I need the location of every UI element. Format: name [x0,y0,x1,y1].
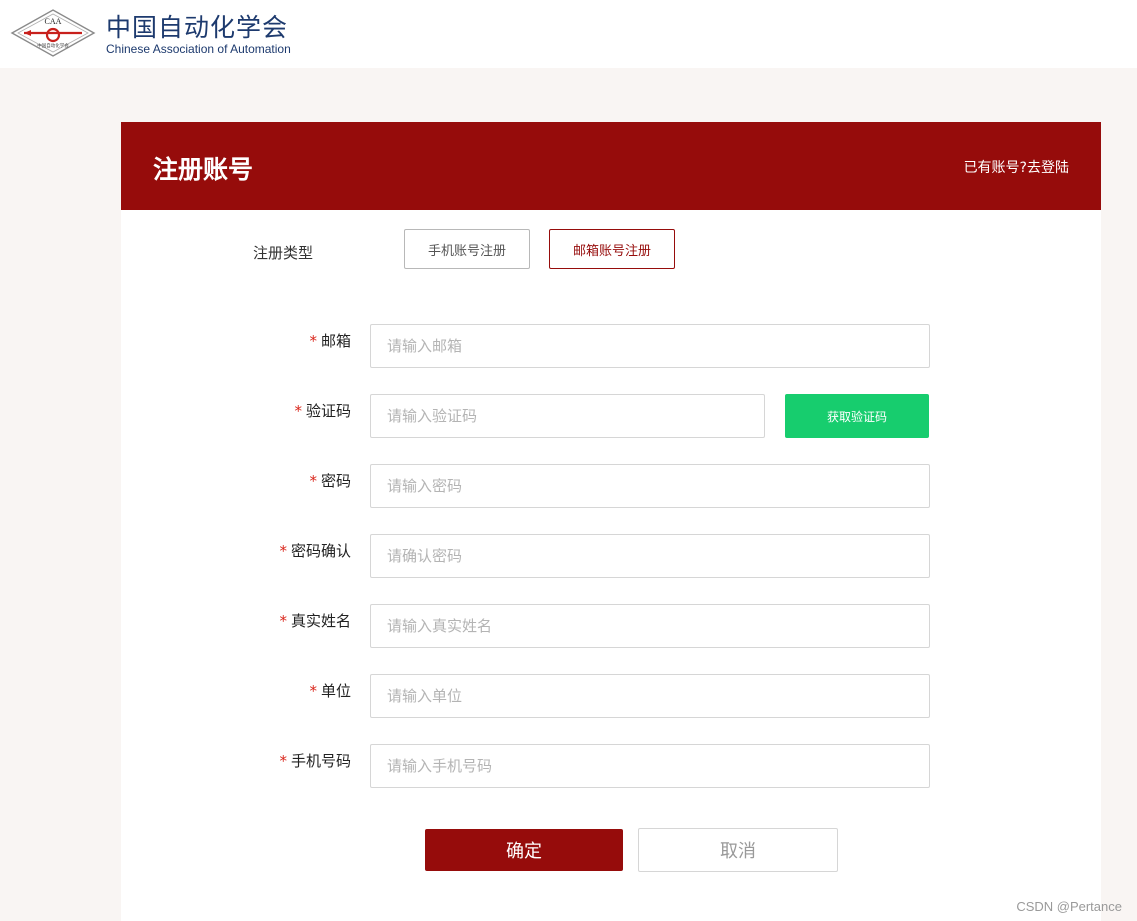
page-title: 注册账号 [153,155,254,184]
confirm-password-label: * 密码确认 [279,542,351,560]
organization-label: * 单位 [309,682,351,700]
watermark: CSDN @Pertance [1016,899,1122,914]
phone-label: * 手机号码 [279,752,351,770]
brand-name-cn: 中国自动化学会 [106,13,289,42]
required-mark: * [294,402,302,420]
confirm-button[interactable]: 确定 [425,829,623,871]
confirm-password-input[interactable] [370,534,930,578]
get-code-button[interactable]: 获取验证码 [785,394,929,438]
real-name-label: * 真实姓名 [279,612,351,630]
organization-input[interactable] [370,674,930,718]
real-name-input[interactable] [370,604,930,648]
required-mark: * [309,682,317,700]
emblem-text: CAA [45,17,62,26]
email-register-button[interactable]: 邮箱账号注册 [549,229,675,269]
required-mark: * [279,542,287,560]
form-row-code: *验证码 获取验证码 [121,394,1101,438]
login-link[interactable]: 已有账号?去登陆 [964,157,1069,177]
email-input[interactable] [370,324,930,368]
form-row-phone: * 手机号码 [121,744,1101,788]
form-row-confirm-password: * 密码确认 [121,534,1101,578]
phone-register-button[interactable]: 手机账号注册 [404,229,530,269]
password-label: * 密码 [309,472,351,490]
form-row-real-name: * 真实姓名 [121,604,1101,648]
register-type-label: 注册类型 [253,244,314,262]
form-row-email: * 邮箱 [121,324,1101,368]
required-mark: * [309,472,317,490]
code-label: * 验证码 [294,402,351,420]
required-mark: * [279,752,287,770]
top-bar: CAA 中国自动化学会 中国自动化学会 Chinese Association … [0,0,1137,68]
cancel-button[interactable]: 取消 [638,828,838,872]
email-label: * 邮箱 [309,332,351,350]
caa-emblem-icon: CAA 中国自动化学会 [10,9,96,57]
phone-input[interactable] [370,744,930,788]
verification-code-input[interactable] [370,394,765,438]
required-mark: * [279,612,287,630]
password-input[interactable] [370,464,930,508]
emblem-subtext: 中国自动化学会 [37,42,69,49]
register-card: 注册账号 已有账号?去登陆 注册类型 手机账号注册 邮箱账号注册 *邮箱 *验证… [121,122,1101,921]
brand-name-en: Chinese Association of Automation [106,42,291,56]
form-row-password: * 密码 [121,464,1101,508]
form-row-organization: * 单位 [121,674,1101,718]
required-mark: * [309,332,317,350]
card-header: 注册账号 已有账号?去登陆 [121,122,1101,210]
